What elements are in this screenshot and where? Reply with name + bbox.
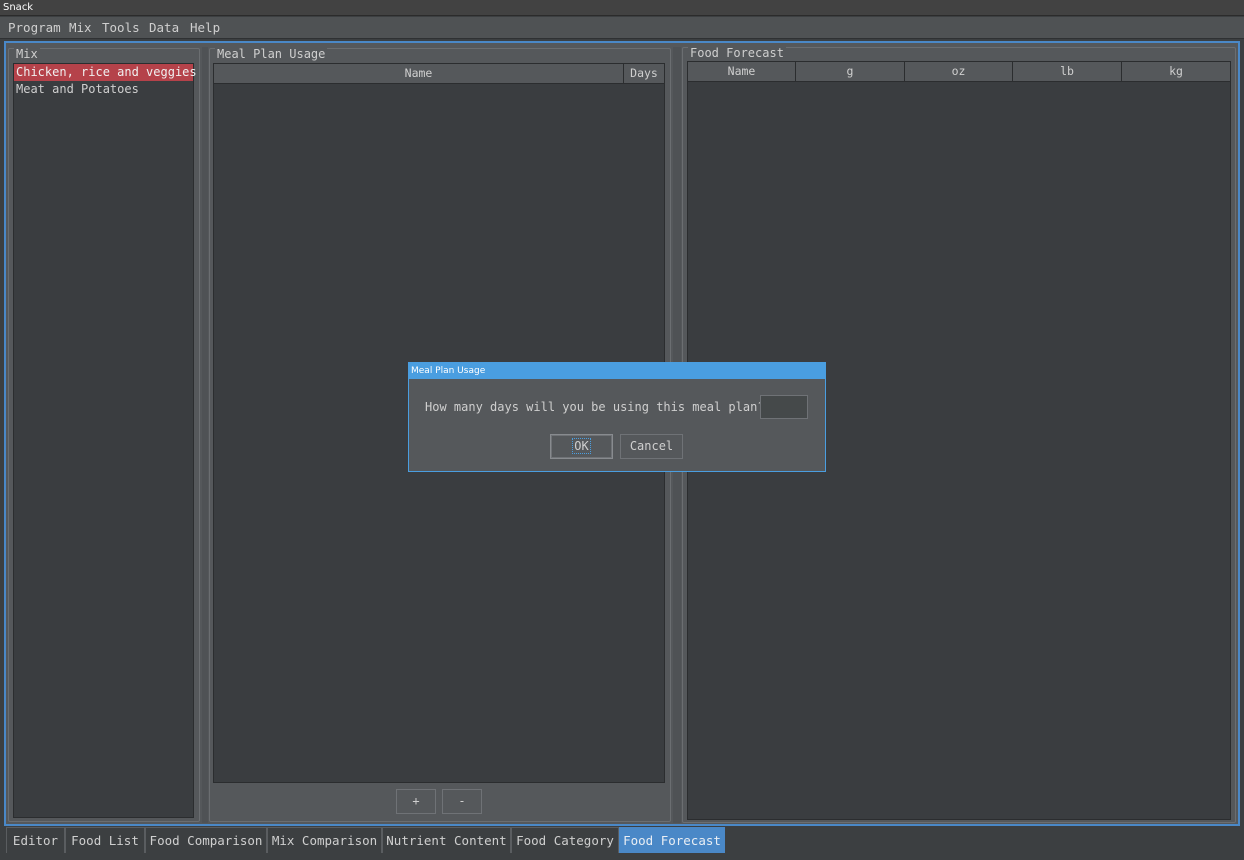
tab-food-list[interactable]: Food List (65, 827, 145, 853)
menu-mix[interactable]: Mix (69, 20, 92, 36)
days-input[interactable] (760, 395, 808, 419)
tab-editor[interactable]: Editor (6, 827, 65, 853)
meal-plan-usage-dialog: Meal Plan Usage How many days will you b… (408, 362, 826, 472)
remove-button[interactable]: - (442, 789, 482, 814)
mix-list[interactable]: Chicken, rice and veggies Meat and Potat… (13, 63, 197, 818)
menu-bar: Program Mix Tools Data Help (0, 17, 1244, 39)
column-header-name[interactable]: Name (214, 64, 624, 83)
add-button[interactable]: + (396, 789, 436, 814)
dialog-title: Meal Plan Usage (409, 363, 825, 379)
column-header-oz[interactable]: oz (905, 62, 1013, 81)
mix-panel-title: Mix (14, 47, 40, 61)
column-header-name[interactable]: Name (688, 62, 796, 81)
meal-plan-table-header: Name Days (214, 64, 664, 84)
tab-nutrient-content[interactable]: Nutrient Content (382, 827, 511, 853)
tab-bar: Editor Food List Food Comparison Mix Com… (4, 827, 1240, 853)
meal-plan-panel-title: Meal Plan Usage (215, 47, 328, 61)
dialog-prompt: How many days will you be using this mea… (425, 400, 765, 414)
cancel-button[interactable]: Cancel (620, 434, 683, 459)
ok-button-label: OK (572, 438, 591, 454)
mix-panel: Mix Chicken, rice and veggies Meat and P… (8, 47, 200, 822)
mix-list-item-selected[interactable]: Chicken, rice and veggies (14, 64, 197, 81)
tab-food-forecast[interactable]: Food Forecast (619, 827, 725, 853)
window-title-bar: Snack (0, 0, 1244, 16)
column-header-g[interactable]: g (796, 62, 905, 81)
tab-mix-comparison[interactable]: Mix Comparison (267, 827, 382, 853)
food-forecast-panel-title: Food Forecast (688, 46, 786, 60)
window-title: Snack (3, 2, 34, 13)
food-forecast-table-header: Name g oz lb kg (688, 62, 1230, 82)
menu-help[interactable]: Help (190, 20, 220, 36)
column-header-days[interactable]: Days (624, 64, 664, 83)
tab-food-comparison[interactable]: Food Comparison (145, 827, 267, 853)
menu-program[interactable]: Program (8, 20, 61, 36)
splitter-left[interactable] (202, 47, 208, 823)
tab-food-category[interactable]: Food Category (511, 827, 619, 853)
ok-button[interactable]: OK (550, 434, 613, 459)
menu-data[interactable]: Data (149, 20, 179, 36)
column-header-kg[interactable]: kg (1122, 62, 1230, 81)
column-header-lb[interactable]: lb (1013, 62, 1122, 81)
menu-tools[interactable]: Tools (102, 20, 140, 36)
mix-list-item[interactable]: Meat and Potatoes (14, 81, 193, 98)
